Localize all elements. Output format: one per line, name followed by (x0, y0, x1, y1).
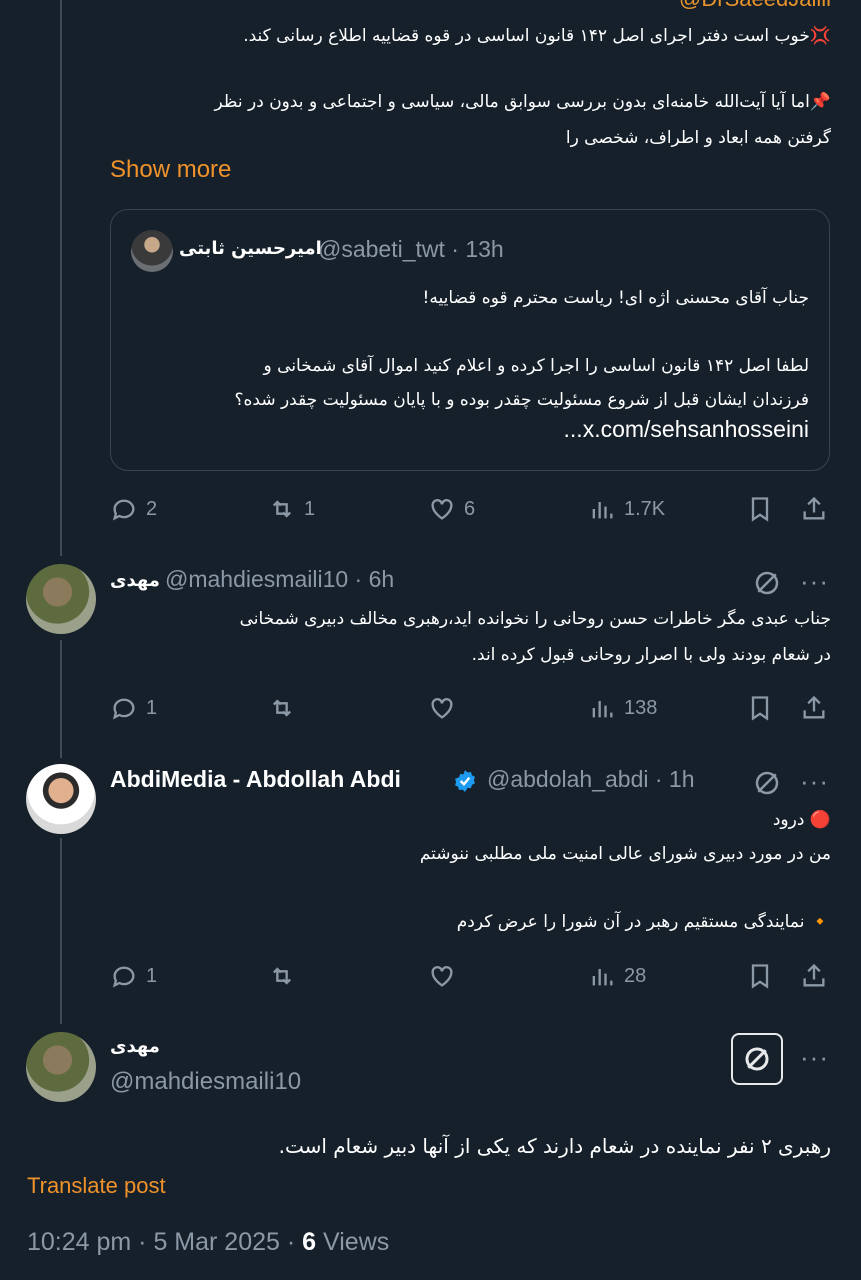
bookmark-button[interactable] (746, 956, 774, 996)
verified-badge-icon (452, 768, 478, 794)
reply-icon (112, 966, 135, 988)
bookmark-icon (751, 497, 769, 522)
repost-icon (273, 500, 291, 518)
views-button[interactable]: 28 (588, 956, 646, 996)
tweet-text-line: در شعام بودند ولی با اصرار روحانی قبول ک… (471, 645, 831, 665)
grok-button[interactable] (752, 568, 782, 602)
tweet-metadata: 10:24 pm · 5 Mar 2025 · 6 Views (27, 1228, 389, 1257)
like-button[interactable]: 6 (428, 489, 475, 529)
timestamp[interactable]: 10:24 pm · 5 Mar 2025 · (27, 1228, 295, 1256)
share-icon (803, 963, 825, 987)
views-icon (592, 502, 613, 519)
quoted-author-name: امیرحسین ثابتی (179, 238, 322, 259)
reply-button[interactable]: 1 (110, 956, 157, 996)
views-button[interactable]: 138 (588, 688, 657, 728)
repost-icon (273, 967, 291, 985)
main-tweet-text: رهبری ۲ نفر نماینده در شعام دارند که یکی… (278, 1134, 831, 1158)
tweet-actions: 2 1 6 1.7K (110, 489, 830, 529)
reply-icon (112, 698, 135, 720)
heart-icon (431, 499, 453, 520)
views-button[interactable]: 1.7K (588, 489, 665, 529)
translate-post-link[interactable]: Translate post (27, 1173, 166, 1199)
bookmark-button[interactable] (746, 688, 774, 728)
tweet-actions: 1 138 (110, 688, 830, 728)
avatar[interactable] (131, 230, 173, 272)
views-icon (592, 969, 613, 986)
quoted-tweet[interactable]: امیرحسین ثابتی @sabeti_twt · 13h جناب آق… (110, 209, 830, 471)
tweet-actions: 1 28 (110, 956, 830, 996)
tweet-text-line: جناب عبدی مگر خاطرات حسن روحانی را نخوان… (239, 609, 831, 629)
tweet-text-line: گرفتن همه ابعاد و اطراف، شخصی را (565, 128, 831, 148)
like-button[interactable] (428, 956, 456, 996)
heart-icon (431, 966, 453, 987)
more-options-button[interactable]: ··· (800, 1042, 829, 1073)
thread-line (60, 0, 62, 556)
avatar[interactable] (26, 764, 96, 834)
repost-button[interactable]: 1 (268, 489, 315, 529)
quoted-author-handle: @sabeti_twt · 13h (318, 236, 504, 262)
grok-button[interactable] (752, 768, 782, 802)
thread-line (60, 838, 62, 1024)
views-count: 6 (302, 1228, 317, 1256)
share-button[interactable] (800, 956, 828, 996)
quoted-text-line: لطفا اصل ۱۴۲ قانون اساسی را اجرا کرده و … (263, 356, 809, 376)
share-button[interactable] (800, 688, 828, 728)
avatar[interactable] (26, 1032, 96, 1102)
author-handle[interactable]: @mahdiesmaili10 · 6h (165, 566, 394, 593)
grok-button[interactable] (731, 1033, 783, 1085)
quoted-text-line: جناب آقای محسنی اژه ای! ریاست محترم قوه … (422, 288, 809, 308)
bookmark-icon (751, 964, 769, 989)
reply-icon (112, 499, 135, 521)
more-options-button[interactable]: ··· (800, 566, 829, 597)
reply-button[interactable]: 2 (110, 489, 157, 529)
grok-icon (745, 1047, 769, 1071)
author-handle[interactable]: @mahdiesmaili10 (110, 1068, 301, 1096)
avatar[interactable] (26, 564, 96, 634)
mention-link[interactable]: @DrSaeedJalili (679, 0, 831, 12)
quoted-text-line: فرزندان ایشان قبل از شروع مسئولیت چقدر ب… (234, 390, 809, 410)
like-button[interactable] (428, 688, 456, 728)
tweet-text-line: 🔸 نمایندگی مستقیم رهبر در آن شورا را عرض… (456, 912, 831, 932)
views-label: Views (323, 1228, 390, 1256)
repost-button[interactable] (268, 956, 296, 996)
share-button[interactable] (800, 489, 828, 529)
grok-icon (755, 571, 779, 595)
bookmark-button[interactable] (746, 489, 774, 529)
thread-line (60, 640, 62, 758)
share-icon (803, 695, 825, 719)
tweet-text-line: 🔴 درود (772, 810, 831, 830)
tweet-text-line: 💢خوب است دفتر اجرای اصل ۱۴۲ قانون اساسی … (243, 26, 831, 46)
tweet-text-line: من در مورد دبیری شورای عالی امنیت ملی مط… (419, 844, 831, 864)
author-name[interactable]: مهدی (110, 1036, 160, 1057)
quoted-link[interactable]: x.com/sehsanhosseini... (564, 416, 809, 443)
author-name[interactable]: مهدی (110, 570, 160, 591)
more-options-button[interactable]: ··· (800, 766, 829, 797)
repost-icon (273, 699, 291, 717)
tweet-text-line: 📌اما آیا آیت‌الله خامنه‌ای بدون بررسی سو… (214, 92, 831, 112)
grok-icon (755, 771, 779, 795)
reply-button[interactable]: 1 (110, 688, 157, 728)
show-more-link[interactable]: Show more (110, 156, 231, 184)
views-icon (592, 701, 613, 718)
heart-icon (431, 698, 453, 719)
repost-button[interactable] (268, 688, 296, 728)
bookmark-icon (751, 696, 769, 721)
share-icon (803, 496, 825, 520)
author-handle[interactable]: @abdolah_abdi · 1h (487, 766, 695, 793)
author-name[interactable]: AbdiMedia - Abdollah Abdi (110, 766, 401, 793)
